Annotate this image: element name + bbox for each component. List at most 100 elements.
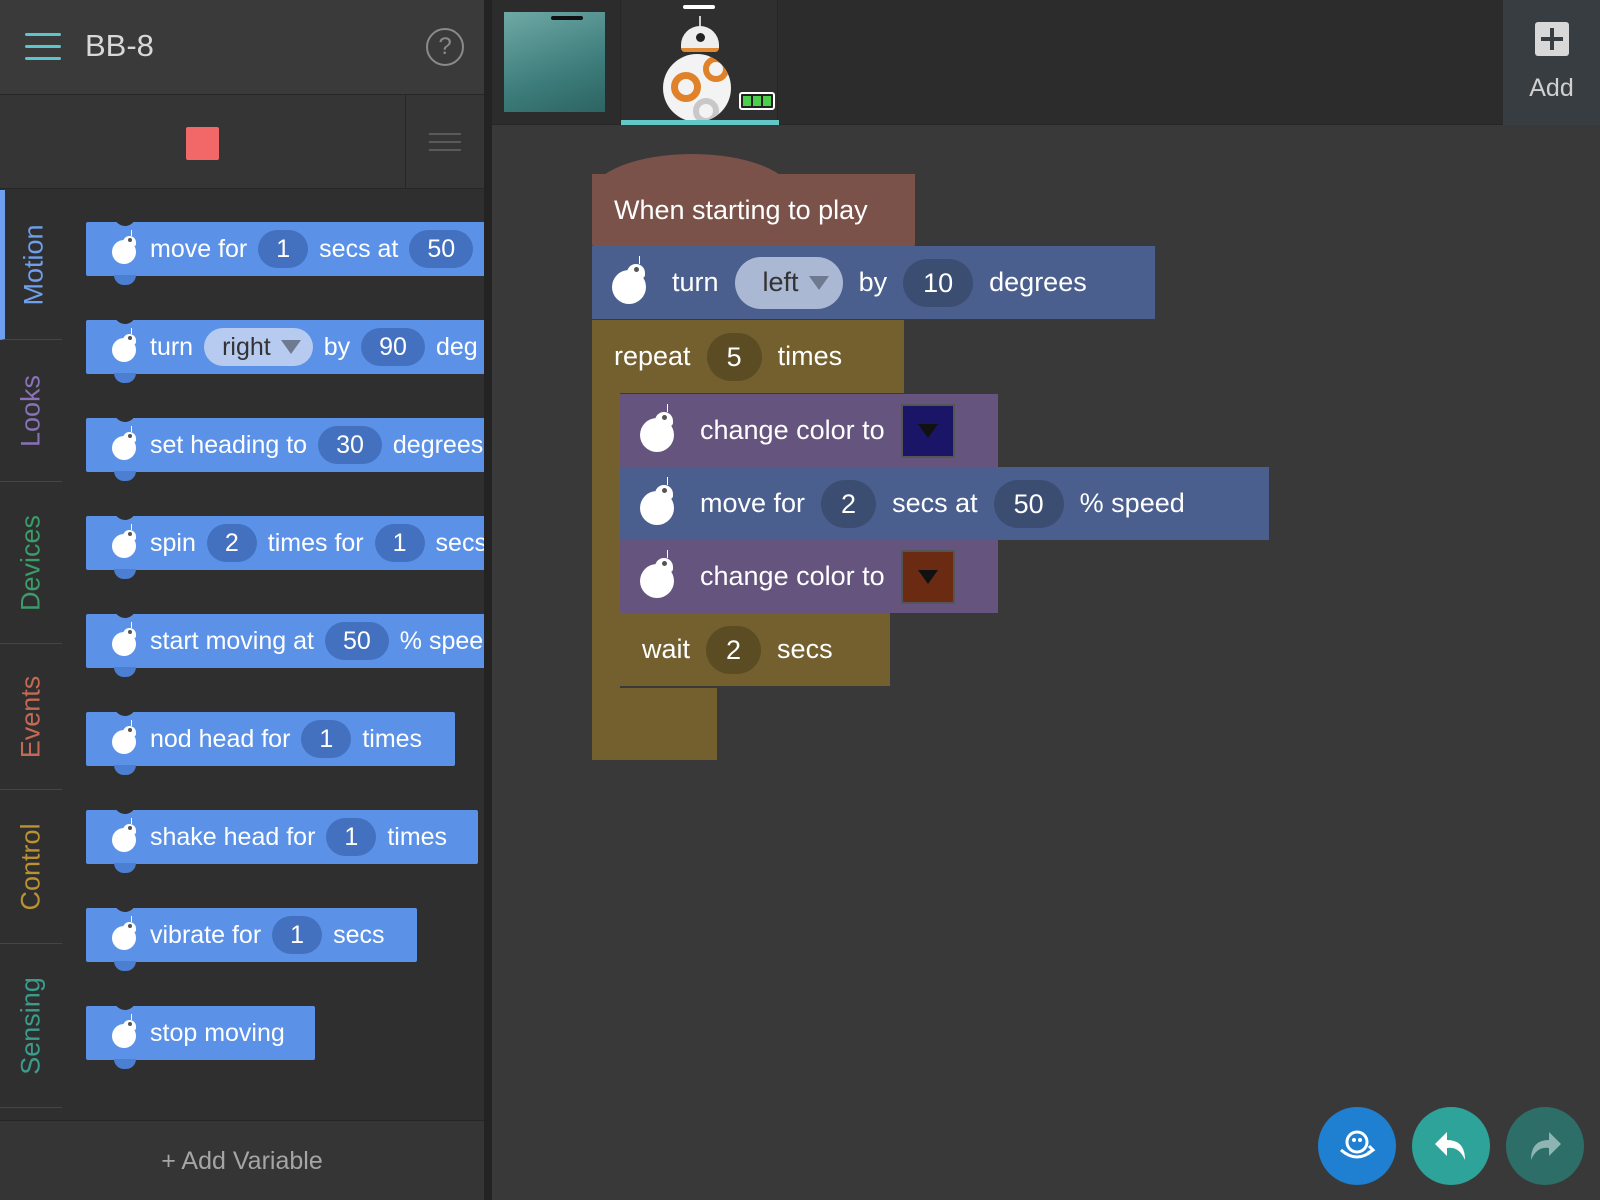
tab-sensing-label: Sensing: [15, 976, 46, 1075]
tab-motion[interactable]: Motion: [0, 190, 62, 340]
add-variable-bar: + Add Variable: [0, 1120, 484, 1200]
block-label: repeat: [614, 341, 691, 371]
speed-input[interactable]: 50: [324, 622, 389, 660]
block-label: change color to: [700, 561, 885, 591]
stop-button[interactable]: [186, 127, 219, 160]
speed-input[interactable]: 50: [409, 230, 474, 268]
repeat-block-arm: [592, 393, 620, 688]
palette-vibrate-block[interactable]: vibrate for 1 secs: [86, 900, 417, 971]
bb8-icon: [112, 720, 138, 754]
bb8-icon: [640, 476, 676, 525]
tab-sensing[interactable]: Sensing: [0, 944, 62, 1108]
undo-icon: [1435, 1132, 1465, 1160]
add-sprite-button[interactable]: Add: [1503, 0, 1600, 125]
list-menu-icon[interactable]: [429, 133, 461, 153]
help-icon[interactable]: ?: [426, 28, 464, 66]
duration-input[interactable]: 2: [821, 479, 877, 528]
robot-sensor-button[interactable]: [1318, 1107, 1396, 1185]
palette-move-block[interactable]: move for 1 secs at 50: [86, 214, 484, 285]
block-label: turn: [150, 332, 194, 361]
heading-input[interactable]: 30: [318, 426, 382, 464]
tab-events-label: Events: [15, 675, 46, 758]
program-title: BB-8: [85, 28, 154, 63]
bb8-sprite-thumbnail[interactable]: [620, 0, 779, 125]
chevron-down-icon: [808, 275, 829, 290]
spin-count-input[interactable]: 2: [206, 524, 257, 562]
tab-looks[interactable]: Looks: [0, 340, 62, 482]
block-label: vibrate for: [150, 920, 262, 949]
tab-events[interactable]: Events: [0, 644, 62, 790]
change-color-block[interactable]: change color to: [620, 394, 998, 467]
change-color-block[interactable]: change color to: [620, 540, 998, 613]
palette-nod-head-block[interactable]: nod head for 1 times: [86, 704, 455, 775]
color-picker[interactable]: [900, 549, 955, 604]
selected-indicator: [621, 120, 779, 125]
block-label: by: [858, 267, 888, 297]
undo-button[interactable]: [1412, 1107, 1490, 1185]
block-label: % speed: [399, 626, 484, 655]
redo-button[interactable]: [1506, 1107, 1584, 1185]
degrees-input[interactable]: 90: [361, 328, 425, 366]
palette-heading-block[interactable]: set heading to 30 degrees: [86, 410, 484, 481]
chevron-down-icon: [917, 569, 938, 584]
block-label: by: [323, 332, 351, 361]
block-palette: move for 1 secs at 50 turn right by 90 d…: [70, 190, 484, 1105]
direction-value: right: [222, 333, 271, 361]
bb8-icon: [640, 403, 676, 452]
bb8-robot-image: [659, 16, 739, 122]
bb8-icon: [112, 916, 138, 950]
speed-input[interactable]: 50: [993, 479, 1064, 528]
block-label: stop moving: [150, 1018, 285, 1047]
when-starting-block[interactable]: When starting to play: [592, 174, 915, 246]
background-thumbnail[interactable]: [504, 12, 605, 112]
palette-start-moving-block[interactable]: start moving at 50 % speed: [86, 606, 484, 677]
add-variable-button[interactable]: + Add Variable: [0, 1121, 484, 1200]
block-label: deg: [435, 332, 478, 361]
repeat-count-input[interactable]: 5: [706, 332, 762, 381]
palette-shake-head-block[interactable]: shake head for 1 times: [86, 802, 478, 873]
palette-stop-moving-block[interactable]: stop moving: [86, 998, 315, 1069]
block-label: turn: [672, 267, 719, 297]
block-label: times for: [267, 528, 364, 557]
block-palette-panel: BB-8 ? Motion Looks Devices Events Contr…: [0, 0, 484, 1200]
direction-value: left: [762, 267, 799, 297]
chevron-down-icon: [917, 423, 938, 438]
color-picker[interactable]: [900, 403, 955, 458]
degrees-input[interactable]: 10: [903, 258, 974, 307]
block-label: secs at: [892, 488, 978, 518]
move-block[interactable]: move for 2 secs at 50 % speed: [620, 467, 1269, 540]
tab-control[interactable]: Control: [0, 790, 62, 944]
toolbar-divider: [405, 95, 406, 189]
battery-icon: [739, 92, 775, 110]
wait-block[interactable]: wait 2 secs: [620, 613, 890, 686]
spin-duration-input[interactable]: 1: [374, 524, 425, 562]
bb8-icon: [112, 1014, 138, 1048]
block-label: secs: [777, 634, 833, 664]
block-label: move for: [700, 488, 806, 518]
block-label: times: [777, 341, 843, 371]
bb8-icon: [112, 328, 138, 362]
vibrate-duration-input[interactable]: 1: [272, 916, 323, 954]
turn-block[interactable]: turn left by 10 degrees: [592, 246, 1155, 319]
repeat-block-bottom: [592, 688, 717, 760]
nod-count-input[interactable]: 1: [301, 720, 352, 758]
repeat-block[interactable]: repeat 5 times: [592, 320, 904, 393]
tab-devices[interactable]: Devices: [0, 482, 62, 644]
tab-looks-label: Looks: [15, 374, 46, 447]
category-tabs: Motion Looks Devices Events Control Sens…: [0, 190, 62, 1108]
block-label: spin: [150, 528, 196, 557]
direction-dropdown[interactable]: left: [734, 256, 843, 309]
hamburger-menu-icon[interactable]: [25, 33, 61, 61]
panel-divider[interactable]: [484, 0, 492, 1200]
shake-count-input[interactable]: 1: [326, 818, 377, 856]
top-bar: BB-8 ?: [0, 0, 484, 95]
bb8-icon: [112, 230, 138, 264]
palette-spin-block[interactable]: spin 2 times for 1 secs: [86, 508, 484, 579]
block-label: wait: [642, 634, 691, 664]
direction-dropdown[interactable]: right: [204, 328, 313, 366]
wait-duration-input[interactable]: 2: [706, 625, 762, 674]
chevron-down-icon: [280, 340, 301, 354]
duration-input[interactable]: 1: [258, 230, 309, 268]
palette-turn-block[interactable]: turn right by 90 deg: [86, 312, 484, 383]
thumbnail-indicator: [683, 5, 715, 9]
